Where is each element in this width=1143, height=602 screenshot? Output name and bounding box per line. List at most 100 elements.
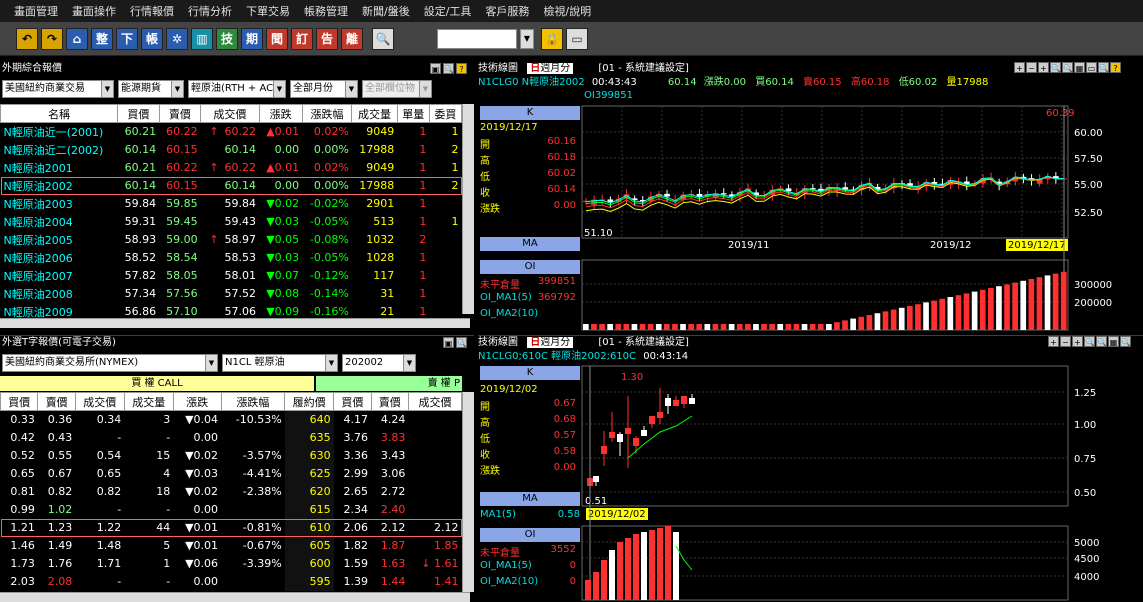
table-row[interactable]: N輕原油2003 59.84 59.85 59.84 ▼0.02 -0.02% 2901 1 (1, 195, 462, 213)
table-row[interactable]: N輕原油2006 58.52 58.54 58.53 ▼0.03 -0.05% 1028 1 (1, 249, 462, 267)
table-row[interactable]: N輕原油2001 60.21 60.22 ↑ 60.22 ▲0.01 0.02% 9049 1 1 (1, 159, 462, 177)
table-row[interactable]: N輕原油2008 57.34 57.56 57.52 ▼0.08 -0.14% 31 1 (1, 285, 462, 303)
find-icon[interactable]: 🔍 (1098, 62, 1109, 73)
period-tabs[interactable]: 日週月分 (527, 337, 574, 348)
column-header[interactable]: 買價 (117, 104, 160, 123)
futures-filter-1[interactable]: 能源期貨 ▼ (118, 80, 184, 98)
column-header[interactable]: 履約價 (284, 392, 335, 411)
zoom-out-icon[interactable]: 🔍 (1096, 336, 1107, 347)
column-header[interactable]: 漲跌幅 (220, 392, 286, 411)
options-scrollbar[interactable] (462, 392, 474, 592)
menu-item-8[interactable]: 客戶服務 (485, 3, 529, 19)
symbol-input[interactable] (437, 28, 517, 49)
minus-icon[interactable]: − (1060, 336, 1071, 347)
chart-type-icon[interactable]: ▦ (1108, 336, 1119, 347)
table-row[interactable]: 0.33 0.36 0.34 3 ▼0.04 -10.53% 640 4.17 4.24 (1, 410, 462, 429)
table-row[interactable]: 0.52 0.55 0.54 15 ▼0.02 -3.57% 630 3.36 3.43 (1, 446, 462, 465)
table-row[interactable]: N輕原油2004 59.31 59.45 59.43 ▼0.03 -0.05% 513 1 1 (1, 213, 462, 231)
column-header[interactable]: 成交價 (200, 104, 260, 123)
exchange-select[interactable]: 美國紐約商業交易所(NYMEX) ▼ (2, 354, 218, 372)
menu-item-1[interactable]: 畫面操作 (72, 3, 116, 19)
column-header[interactable]: 漲跌 (172, 392, 222, 411)
panel-pin-icon[interactable]: ▣ (430, 63, 441, 74)
account-button[interactable]: 帳 (141, 27, 163, 50)
period-tab-1[interactable]: 週 (540, 337, 550, 348)
table-row[interactable]: 1.73 1.76 1.71 1 ▼0.06 -3.39% 600 1.59 1.63 ↓ 1.6… (1, 554, 462, 573)
news-button[interactable]: 聞 (266, 27, 288, 50)
column-header[interactable]: 成交價 (74, 392, 125, 411)
chart-icon[interactable]: ▥ (191, 27, 213, 50)
period-tabs[interactable]: 日週月分 (527, 63, 574, 74)
column-header[interactable]: 名稱 (0, 104, 119, 123)
search-icon[interactable]: 🔍 (372, 27, 394, 50)
futures-button[interactable]: 期 (241, 27, 263, 50)
column-header[interactable]: 成交量 (123, 392, 174, 411)
column-header[interactable]: 單量 (396, 104, 430, 123)
column-header[interactable]: 委買 (428, 104, 463, 123)
home-icon[interactable]: ⌂ (66, 27, 88, 50)
column-header[interactable]: 漲跌 (258, 104, 303, 123)
table-row[interactable]: 0.81 0.82 0.82 18 ▼0.02 -2.38% 620 2.65 2.72 (1, 482, 462, 501)
notice-button[interactable]: 告 (316, 27, 338, 50)
column-header[interactable]: 成交價 (407, 392, 463, 411)
plus-icon[interactable]: + (1072, 336, 1083, 347)
gear-icon[interactable]: ✲ (166, 27, 188, 50)
table-row[interactable]: 1.46 1.49 1.48 5 ▼0.01 -0.67% 605 1.82 1.87 1.85 (1, 536, 462, 555)
menu-item-7[interactable]: 設定/工具 (424, 3, 472, 19)
period-tab-3[interactable]: 分 (560, 337, 570, 348)
futures-filter-4[interactable]: 全部欄位物 ▼ (362, 80, 432, 98)
menu-item-6[interactable]: 新聞/盤後 (362, 3, 410, 19)
period-tab-1[interactable]: 週 (540, 63, 550, 74)
table-row[interactable]: 1.21 1.23 1.22 44 ▼0.01 -0.81% 610 2.06 2.12 2.12 (0, 518, 462, 537)
zoom-in-icon[interactable]: + (1014, 62, 1025, 73)
minus-icon[interactable]: − (1026, 62, 1037, 73)
menu-item-3[interactable]: 行情分析 (188, 3, 232, 19)
table-row[interactable]: 0.65 0.67 0.65 4 ▼0.03 -4.41% 625 2.99 3.06 (1, 464, 462, 483)
zoom-in-icon[interactable]: + (1048, 336, 1059, 347)
chart-type-icon[interactable]: ▦ (1074, 62, 1085, 73)
panel-search-icon[interactable]: 🔍 (456, 337, 467, 348)
futures-filter-0[interactable]: 美國紐約商業交易 ▼ (2, 80, 114, 98)
column-header[interactable]: 成交量 (351, 104, 398, 123)
screen-icon[interactable]: ▭ (566, 27, 588, 50)
futures-hscrollbar[interactable] (0, 318, 470, 328)
table-row[interactable]: N輕原油2005 58.93 59.00 ↑ 58.97 ▼0.05 -0.08% 1032 2 (1, 231, 462, 249)
futures-filter-3[interactable]: 全部月份 ▼ (290, 80, 358, 98)
table-row[interactable]: 2.03 2.08 - - 0.00 595 1.39 1.44 1.41 (1, 572, 462, 591)
product-select[interactable]: N1CL 輕原油 ▼ (222, 354, 338, 372)
menu-item-4[interactable]: 下單交易 (246, 3, 290, 19)
table-row[interactable]: N輕原油2002 60.14 60.15 60.14 0.00 0.00% 17988 1 2 (0, 176, 462, 195)
column-header[interactable]: 賣價 (37, 392, 76, 411)
period-tab-2[interactable]: 月 (550, 63, 560, 74)
search-icon[interactable]: 🔍 (1084, 336, 1095, 347)
table-row[interactable]: N輕原油近一(2001) 60.21 60.22 ↑ 60.22 ▲0.01 0.02% 90… (1, 123, 462, 141)
search-icon[interactable]: 🔍 (1050, 62, 1061, 73)
redo-icon[interactable]: ↷ (41, 27, 63, 50)
menu-item-0[interactable]: 畫面管理 (14, 3, 58, 19)
lock-icon[interactable]: 🔒 (541, 27, 563, 50)
futures-scrollbar[interactable] (462, 104, 474, 314)
menu-item-9[interactable]: 檢視/說明 (543, 3, 591, 19)
table-row[interactable]: N輕原油2007 57.82 58.05 58.01 ▼0.07 -0.12% 117 1 (1, 267, 462, 285)
chevron-down-icon[interactable]: ▼ (520, 28, 534, 49)
help-icon[interactable]: ? (1110, 62, 1121, 73)
period-tab-2[interactable]: 月 (550, 337, 560, 348)
futures-filter-2[interactable]: 輕原油(RTH + ACC ▼ (188, 80, 286, 98)
period-tab-0[interactable]: 日 (530, 63, 540, 74)
tech-button[interactable]: 技 (216, 27, 238, 50)
column-header[interactable]: 買價 (333, 392, 372, 411)
column-header[interactable]: 漲跌幅 (301, 104, 353, 123)
order-button[interactable]: 下 (116, 27, 138, 50)
subscribe-button[interactable]: 訂 (291, 27, 313, 50)
month-select[interactable]: 202002 ▼ (342, 354, 416, 372)
column-header[interactable]: 賣價 (158, 104, 202, 123)
period-tab-3[interactable]: 分 (560, 63, 570, 74)
column-header[interactable]: 賣價 (370, 392, 409, 411)
menu-item-5[interactable]: 帳務管理 (304, 3, 348, 19)
zheng-button[interactable]: 整 (91, 27, 113, 50)
table-row[interactable]: 0.42 0.43 - - 0.00 635 3.76 3.83 (1, 428, 462, 447)
find-icon[interactable]: 🔍 (1120, 336, 1131, 347)
save-icon[interactable]: ▭ (1086, 62, 1097, 73)
menu-item-2[interactable]: 行情報價 (130, 3, 174, 19)
undo-icon[interactable]: ↶ (16, 27, 38, 50)
